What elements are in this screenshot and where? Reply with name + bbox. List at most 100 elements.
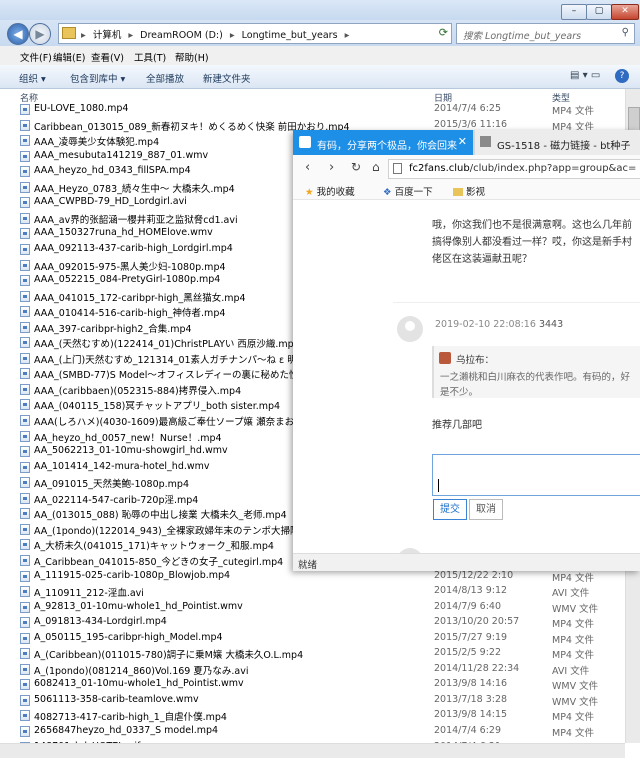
quote-text: 一之濑桃和白川麻衣的代表作吧。有码的，好 是不少。 [440, 372, 631, 398]
file-name: AA_heyzo_hd_0057_new！Nurse！.mp4 [34, 432, 222, 444]
video-file-icon [20, 321, 30, 333]
refresh-icon[interactable]: ⟳ [439, 26, 448, 39]
file-row[interactable]: 4082713-417-carib-high_1_自虐仆僕.mp4 2013/9/… [0, 708, 625, 724]
video-file-icon [20, 523, 30, 535]
file-row[interactable]: A_110911_212-淫血.avi 2014/8/13 9:12 AVI 文件 [0, 584, 625, 600]
menu-bar: 文件(F) 编辑(E) 查看(V) 工具(T) 帮助(H) [0, 46, 640, 65]
video-file-icon [20, 306, 30, 318]
file-date: 2014/11/28 22:34 [434, 662, 520, 674]
folder-icon [62, 27, 76, 39]
browser-refresh-icon[interactable]: ↻ [351, 160, 361, 174]
post-text: 佬区在这装逼献丑呢？ [432, 254, 532, 265]
tab-close-icon[interactable]: ✕ [458, 135, 467, 148]
reply-input[interactable] [432, 454, 640, 496]
back-button[interactable]: ◀ [7, 23, 29, 45]
file-name: AAA_150327runa_hd_HOMElove.wmv [34, 227, 213, 239]
video-file-icon [20, 554, 30, 566]
file-name: AAA_397-caribpr-high2_合集.mp4 [34, 323, 192, 335]
file-row[interactable]: A_091813-434-Lordgirl.mp4 2013/10/20 20:5… [0, 615, 625, 631]
bookmark-baidu[interactable]: ❖ 百度一下 [383, 184, 433, 198]
video-file-icon [20, 104, 30, 115]
file-date: 2013/9/8 14:16 [434, 678, 508, 690]
forward-button[interactable]: ▶ [29, 23, 51, 45]
file-name: AAA_092015-975-黑人美少妇-1080p.mp4 [34, 261, 226, 273]
new-folder-button[interactable]: 新建文件夹 [203, 71, 251, 85]
browser-forward-icon[interactable]: › [329, 160, 334, 175]
file-name: AA_5062213_01-10mu-showgirl_hd.wmv [34, 445, 228, 457]
video-file-icon [20, 461, 30, 473]
file-date: 2013/10/20 20:57 [434, 616, 520, 628]
file-type: WMV 文件 [552, 603, 599, 615]
video-file-icon [20, 632, 30, 644]
menu-view[interactable]: 查看(V) [91, 50, 124, 64]
video-file-icon [20, 726, 30, 737]
video-file-icon [20, 430, 30, 442]
browser-back-icon[interactable]: ‹ [305, 160, 310, 175]
file-row[interactable]: 5061113-358-carib-teamlove.wmv 2013/7/18 … [0, 693, 625, 709]
file-name: 5061113-358-carib-teamlove.wmv [34, 693, 199, 705]
play-all-button[interactable]: 全部播放 [146, 71, 184, 85]
page-content: 哦，你这我们也不是很满意啊。这也么几年前 搞得像别人都没看过一样？哎，你这是新手… [293, 200, 640, 571]
video-file-icon [20, 477, 30, 489]
help-icon[interactable]: ? [615, 69, 629, 83]
bookmark-video[interactable]: 影视 [453, 184, 485, 198]
close-button[interactable]: ✕ [611, 4, 639, 20]
file-row[interactable]: EU-LOVE_1080.mp4 2014/7/4 6:25 MP4 文件 [0, 102, 625, 118]
include-library-button[interactable]: 包含到库中 ▾ [70, 71, 125, 85]
video-file-icon [20, 679, 30, 691]
status-bar: 就绪 [293, 553, 640, 571]
search-icon[interactable]: ⚲ [622, 27, 629, 38]
minimize-button[interactable]: – [561, 4, 587, 20]
horizontal-scrollbar[interactable] [0, 743, 625, 758]
video-file-icon [20, 601, 30, 613]
view-options-icon[interactable]: ▤ ▾ ▭ [570, 70, 600, 81]
tab-active[interactable]: 有码，分享两个极品，你会回来 ✕ [293, 130, 473, 155]
file-date: 2014/7/4 6:25 [434, 103, 502, 114]
address-bar[interactable]: ▸ 计算机 ▸ DreamROOM (D:) ▸ Longtime_but_ye… [58, 23, 452, 44]
video-file-icon [20, 259, 30, 271]
file-type: MP4 文件 [552, 712, 594, 724]
file-name: A_大桥未久(041015_171)キャットウォーク_和服.mp4 [34, 541, 274, 553]
paw-icon: ❖ [383, 187, 392, 198]
video-file-icon [20, 710, 30, 722]
browser-home-icon[interactable]: ⌂ [372, 160, 380, 174]
cancel-button[interactable]: 取消 [469, 499, 503, 520]
file-row[interactable]: A_92813_01-10mu-whole1_hd_Pointist.wmv 20… [0, 600, 625, 616]
file-name: AA_022114-547-carib-720p淫.mp4 [34, 494, 199, 506]
video-file-icon [20, 415, 30, 426]
search-input[interactable]: 搜索 Longtime_but_years ⚲ [456, 23, 635, 44]
video-file-icon [20, 399, 30, 411]
post-meta: 2019-02-10 22:08:16 3443 [435, 319, 564, 330]
file-name: AA_(013015_088) 恥辱の中出し接業 大橋未久_老师.mp4 [34, 510, 287, 522]
file-row[interactable]: 6082413_01-10mu-whole1_hd_Pointist.wmv 20… [0, 677, 625, 693]
maximize-button[interactable]: ▢ [586, 4, 612, 20]
menu-edit[interactable]: 编辑(E) [53, 50, 85, 64]
video-file-icon [20, 119, 30, 131]
file-type: MP4 文件 [552, 619, 594, 631]
breadcrumb-drive[interactable]: DreamROOM (D:) [140, 30, 223, 41]
submit-button[interactable]: 提交 [433, 499, 467, 520]
command-toolbar: 组织 ▾ 包含到库中 ▾ 全部播放 新建文件夹 ▤ ▾ ▭ ? [0, 65, 640, 89]
file-type: WMV 文件 [552, 681, 599, 693]
avatar[interactable] [397, 316, 423, 342]
file-row[interactable]: A_050115_195-caribpr-high_Model.mp4 2015/… [0, 631, 625, 647]
video-file-icon [20, 617, 30, 629]
breadcrumb-folder[interactable]: Longtime_but_years [242, 30, 338, 41]
file-type: MP4 文件 [552, 728, 594, 739]
url-bar[interactable]: fc2fans.club/club/index.php?app=group&ac… [388, 159, 640, 179]
menu-help[interactable]: 帮助(H) [175, 50, 209, 64]
file-type: AVI 文件 [552, 665, 590, 677]
tab-inactive[interactable]: GS-1518 - 磁力链接 - bt种子 [475, 130, 640, 155]
menu-tools[interactable]: 工具(T) [134, 50, 166, 64]
file-row[interactable]: A_(Caribbean)(011015-780)調子に乗M嬢 大橋未久O.L.… [0, 646, 625, 662]
file-row[interactable]: 2656847heyzo_hd_0337_S model.mp4 2014/7/4… [0, 724, 625, 740]
file-row[interactable]: A_(1pondo)(081214_860)Vol.169 夏乃なみ.avi 20… [0, 662, 625, 678]
organize-button[interactable]: 组织 ▾ [19, 71, 46, 85]
file-name: A_(1pondo)(081214_860)Vol.169 夏乃なみ.avi [34, 665, 249, 677]
bookmark-favorites[interactable]: ★ 我的收藏 [305, 184, 355, 198]
menu-file[interactable]: 文件(F) [20, 50, 52, 64]
breadcrumb-computer[interactable]: 计算机 [93, 30, 122, 41]
quote-avatar [439, 352, 451, 364]
video-file-icon [20, 383, 30, 395]
bookmarks-bar: ★ 我的收藏 ❖ 百度一下 影视 [293, 181, 640, 200]
